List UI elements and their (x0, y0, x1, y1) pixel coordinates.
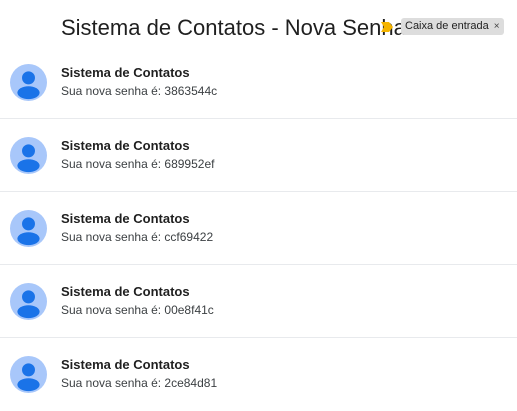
remove-label-icon[interactable]: × (494, 18, 500, 35)
message-snippet: Sua nova senha é: ccf69422 (61, 230, 214, 244)
message-sender: Sistema de Contatos (61, 138, 190, 153)
avatar-icon (10, 210, 47, 247)
message-snippet: Sua nova senha é: 3863544c (61, 84, 218, 98)
message-item[interactable]: Sistema de Contatos Sua nova senha é: 2c… (0, 338, 517, 411)
message-sender: Sistema de Contatos (61, 284, 190, 299)
thread-subject: Sistema de Contatos - Nova Senha (61, 15, 406, 40)
avatar-icon (10, 137, 47, 174)
message-item[interactable]: Sistema de Contatos Sua nova senha é: 00… (0, 265, 517, 338)
message-snippet: Sua nova senha é: 2ce84d81 (61, 376, 218, 390)
message-list: Sistema de Contatos Sua nova senha é: 38… (0, 46, 517, 411)
inbox-label-chip[interactable]: Caixa de entrada × (401, 18, 504, 35)
avatar-icon (10, 283, 47, 320)
message-item[interactable]: Sistema de Contatos Sua nova senha é: 38… (0, 46, 517, 119)
message-item[interactable]: Sistema de Contatos Sua nova senha é: cc… (0, 192, 517, 265)
message-sender: Sistema de Contatos (61, 211, 190, 226)
message-sender: Sistema de Contatos (61, 357, 190, 372)
message-item[interactable]: Sistema de Contatos Sua nova senha é: 68… (0, 119, 517, 192)
message-snippet: Sua nova senha é: 00e8f41c (61, 303, 214, 317)
important-marker-icon[interactable] (381, 22, 393, 32)
avatar-icon (10, 64, 47, 101)
message-sender: Sistema de Contatos (61, 65, 190, 80)
message-snippet: Sua nova senha é: 689952ef (61, 157, 215, 171)
avatar-icon (10, 356, 47, 393)
inbox-label-text: Caixa de entrada (405, 20, 489, 32)
